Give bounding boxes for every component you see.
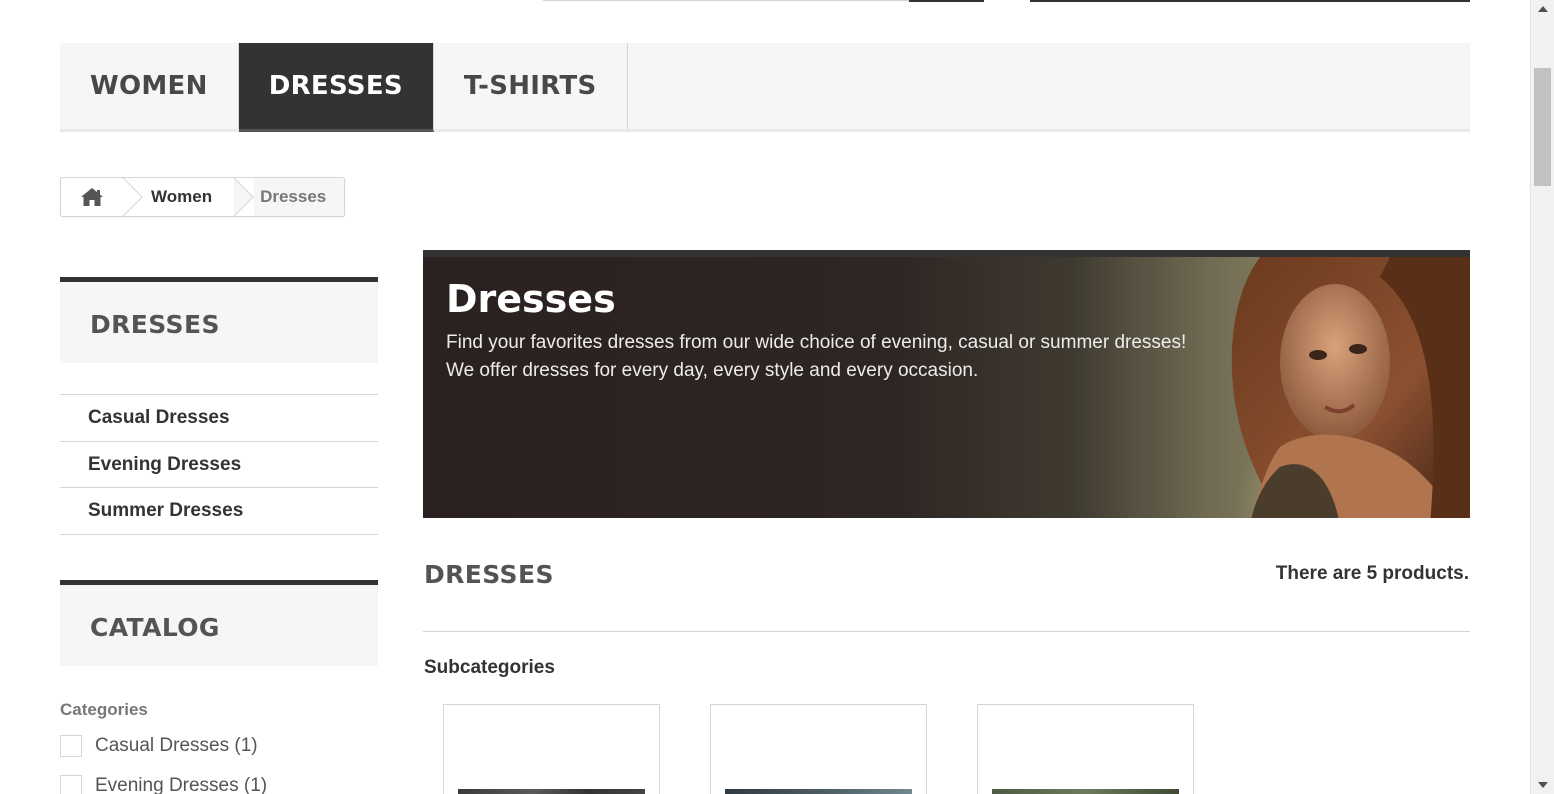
banner-line: Find your favorites dresses from our wid… bbox=[446, 332, 1187, 353]
banner-line: We offer dresses for every day, every st… bbox=[446, 360, 979, 381]
filter-option[interactable]: Evening Dresses (1) bbox=[60, 775, 267, 794]
subcategory-image[interactable] bbox=[725, 789, 912, 794]
subcategory-link[interactable]: Casual Dresses bbox=[60, 395, 378, 442]
subcategory-image[interactable] bbox=[992, 789, 1179, 794]
filter-categories-heading: Categories bbox=[60, 700, 148, 719]
filter-checkbox[interactable] bbox=[60, 735, 82, 757]
breadcrumb-separator bbox=[234, 178, 254, 216]
scroll-down-arrow-icon[interactable] bbox=[1538, 782, 1548, 788]
subcategory-image[interactable] bbox=[458, 789, 645, 794]
breadcrumb: Women Dresses bbox=[60, 177, 346, 217]
breadcrumb-home[interactable] bbox=[61, 178, 123, 216]
search-field-edge bbox=[543, 0, 909, 1]
cart-block-edge bbox=[1030, 0, 1470, 2]
product-count: There are 5 products. bbox=[1275, 563, 1469, 584]
subcategory-link[interactable]: Evening Dresses bbox=[60, 442, 378, 489]
subcategory-list: Casual Dresses Evening Dresses Summer Dr… bbox=[60, 394, 378, 536]
subcategory-card[interactable] bbox=[710, 704, 927, 794]
category-heading: DRESSES bbox=[424, 560, 554, 589]
filter-label[interactable]: Evening Dresses (1) bbox=[95, 775, 267, 794]
breadcrumb-current: Dresses bbox=[254, 178, 345, 216]
menu-item-women[interactable]: WOMEN bbox=[60, 43, 239, 129]
scroll-up-arrow-icon[interactable] bbox=[1538, 6, 1548, 12]
subcategory-card[interactable] bbox=[977, 704, 1194, 794]
catalog-block-title: CATALOG bbox=[60, 580, 378, 666]
filter-label[interactable]: Casual Dresses (1) bbox=[95, 735, 258, 757]
menu-item-dresses[interactable]: DRESSES bbox=[238, 43, 434, 132]
page-scrollbar[interactable] bbox=[1530, 0, 1554, 794]
scrollbar-thumb[interactable] bbox=[1534, 68, 1551, 186]
home-icon bbox=[81, 188, 103, 206]
banner-model-image bbox=[1231, 257, 1470, 518]
breadcrumb-women[interactable]: Women bbox=[143, 187, 234, 207]
search-button-edge bbox=[909, 0, 984, 2]
category-banner: Dresses Find your favorites dresses from… bbox=[423, 250, 1470, 518]
filter-checkbox[interactable] bbox=[60, 775, 82, 794]
subcategory-card[interactable] bbox=[443, 704, 660, 794]
main-menu: WOMEN DRESSES T-SHIRTS bbox=[60, 43, 1470, 132]
subcategory-link[interactable]: Summer Dresses bbox=[60, 488, 378, 536]
divider bbox=[423, 631, 1470, 632]
filter-option[interactable]: Casual Dresses (1) bbox=[60, 735, 258, 757]
banner-title: Dresses bbox=[446, 277, 616, 321]
dresses-block-title[interactable]: DRESSES bbox=[60, 277, 378, 363]
banner-description: Find your favorites dresses from our wid… bbox=[446, 329, 1186, 385]
subcategories-title: Subcategories bbox=[424, 657, 555, 678]
menu-item-tshirts[interactable]: T-SHIRTS bbox=[434, 43, 628, 129]
breadcrumb-separator bbox=[123, 178, 143, 216]
